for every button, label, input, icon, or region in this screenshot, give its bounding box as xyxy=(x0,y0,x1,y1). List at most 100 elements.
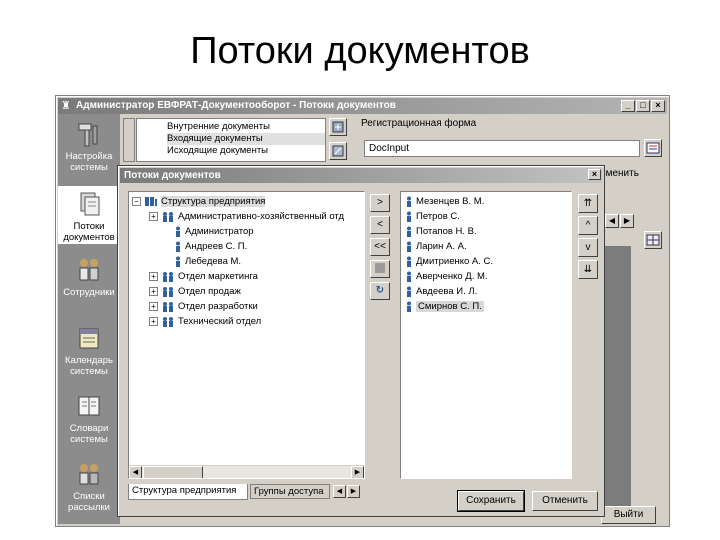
list-item[interactable]: Исходящие документы xyxy=(167,145,325,157)
tree-node-label: Административно-хозяйственный отд xyxy=(178,211,344,222)
tree-node-label: Администратор xyxy=(185,226,254,237)
tree-node-label: Отдел разработки xyxy=(178,301,258,312)
org-structure-tree: − Структура предприятия + Административно-… xyxy=(128,191,365,479)
tree-node-label: Отдел маркетинга xyxy=(178,271,258,282)
add-selected-button[interactable]: > xyxy=(370,194,390,212)
refresh-button[interactable]: ↻ xyxy=(370,282,390,300)
move-top-button[interactable]: ⇈ xyxy=(578,194,598,213)
employee-name: Смирнов С. П. xyxy=(416,301,484,312)
document-flows-dialog: Потоки документов × − Структура предприят… xyxy=(117,165,605,517)
reg-form-label: Регистрационная форма xyxy=(361,118,477,129)
save-button[interactable]: Сохранить xyxy=(457,490,525,512)
sidebar-item-employees[interactable]: Сотрудники xyxy=(58,256,120,298)
selected-employees-list: Мезенцев В. М. Петров С. Потапов Н. В. Л… xyxy=(400,191,572,479)
sidebar-item-label: Календарь системы xyxy=(65,355,113,377)
tree-node-label: Лебедева М. xyxy=(185,256,242,267)
tree-node[interactable]: + Отдел маркетинга xyxy=(149,270,258,283)
list-item-selected[interactable]: Смирнов С. П. xyxy=(405,299,484,314)
employee-name: Петров С. xyxy=(416,211,460,222)
scroll-right-button[interactable]: ▶ xyxy=(620,214,634,228)
scroll-thumb[interactable] xyxy=(143,466,203,478)
collapse-icon[interactable]: − xyxy=(132,196,141,206)
cancel-button[interactable]: Отменить xyxy=(532,491,598,511)
list-item[interactable]: Ларин А. А. xyxy=(405,239,467,254)
remove-selected-button[interactable]: < xyxy=(370,216,390,234)
sidebar-item-settings[interactable]: Настройка системы xyxy=(58,120,120,173)
employee-name: Мезенцев В. М. xyxy=(416,196,485,207)
list-item[interactable]: Мезенцев В. М. xyxy=(405,194,484,209)
tree-horizontal-scrollbar[interactable]: ◀ ▶ xyxy=(129,465,364,478)
org-icon xyxy=(145,196,157,206)
move-up-button[interactable]: ^ xyxy=(578,216,598,235)
reg-form-input[interactable]: DocInput xyxy=(364,140,640,157)
group-icon xyxy=(163,316,173,327)
scroll-left-button[interactable]: ◀ xyxy=(605,214,619,228)
exit-button[interactable]: Выйти xyxy=(601,506,656,524)
sidebar-item-document-flows[interactable]: Потоки документов xyxy=(58,186,120,244)
list-item[interactable]: Внутренние документы xyxy=(167,121,325,133)
close-button[interactable]: × xyxy=(651,100,665,112)
expand-icon[interactable]: + xyxy=(149,211,158,221)
sidebar-item-label: Сотрудники xyxy=(63,287,115,298)
tree-node[interactable]: + Отдел продаж xyxy=(149,285,241,298)
dialog-title: Потоки документов xyxy=(120,168,602,183)
group-icon xyxy=(163,271,173,282)
calendar-icon xyxy=(79,328,99,349)
edit-icon xyxy=(332,145,344,157)
dialog-close-button[interactable]: × xyxy=(588,169,601,180)
list-item[interactable]: Входящие документы xyxy=(167,133,325,145)
group-icon xyxy=(163,211,173,222)
employee-name: Авдеева И. Л. xyxy=(416,286,478,297)
doc-types-scrollbar[interactable] xyxy=(123,118,135,162)
list-item[interactable]: Петров С. xyxy=(405,209,460,224)
sidebar-item-label: Списки рассылки xyxy=(68,491,110,513)
employee-name: Потапов Н. В. xyxy=(416,226,477,237)
tree-root[interactable]: − Структура предприятия xyxy=(132,195,266,208)
doc-types-list: Внутренние документы Входящие документы … xyxy=(136,118,326,162)
blank-action-button[interactable] xyxy=(370,260,390,278)
tab-access-groups[interactable]: Группы доступа xyxy=(250,484,330,499)
sidebar-item-dictionaries[interactable]: Словари системы xyxy=(58,392,120,445)
scroll-right-button[interactable]: ▶ xyxy=(351,466,364,478)
add-doc-type-button[interactable] xyxy=(329,118,347,136)
person-icon xyxy=(407,241,411,252)
edit-doc-type-button[interactable] xyxy=(329,142,347,160)
tree-node[interactable]: + Технический отдел xyxy=(149,315,261,328)
expand-icon[interactable]: + xyxy=(149,316,158,326)
tree-node-label: Технический отдел xyxy=(178,316,262,327)
tab-org-structure[interactable]: Структура предприятия xyxy=(128,484,248,500)
group-icon xyxy=(163,286,173,297)
tree-node[interactable]: Администратор xyxy=(174,225,254,238)
form-icon xyxy=(646,142,660,154)
minimize-button[interactable]: _ xyxy=(621,100,635,112)
background-action-button[interactable] xyxy=(644,231,662,249)
employee-name: Аверченко Д. М. xyxy=(416,271,488,282)
sidebar-item-calendar[interactable]: Календарь системы xyxy=(58,324,120,377)
move-down-button[interactable]: v xyxy=(578,238,598,257)
app-title: Администратор ЕВФРАТ-Документооборот - П… xyxy=(76,100,396,111)
list-item[interactable]: Авдеева И. Л. xyxy=(405,284,477,299)
slide-title: Потоки документов xyxy=(190,30,530,72)
move-bottom-button[interactable]: ⇊ xyxy=(578,260,598,279)
scroll-left-button[interactable]: ◀ xyxy=(129,466,142,478)
tree-node[interactable]: + Административно-хозяйственный отд xyxy=(149,210,344,223)
tree-node[interactable]: + Отдел разработки xyxy=(149,300,258,313)
tabs-scroll-right[interactable]: ▶ xyxy=(347,485,360,498)
list-item[interactable]: Аверченко Д. М. xyxy=(405,269,488,284)
expand-icon[interactable]: + xyxy=(149,301,158,311)
tree-node[interactable]: Лебедева М. xyxy=(174,255,241,268)
sidebar-item-mailing-lists[interactable]: Списки рассылки xyxy=(58,460,120,513)
tabs-scroll-left[interactable]: ◀ xyxy=(333,485,346,498)
app-icon: ♜ xyxy=(61,100,71,112)
expand-icon[interactable]: + xyxy=(149,271,158,281)
app-titlebar: ♜ Администратор ЕВФРАТ-Документооборот -… xyxy=(58,98,667,114)
reg-form-button[interactable] xyxy=(644,139,662,157)
remove-all-button[interactable]: << xyxy=(370,238,390,256)
list-item[interactable]: Потапов Н. В. xyxy=(405,224,477,239)
list-item[interactable]: Дмитриенко А. С. xyxy=(405,254,493,269)
expand-icon[interactable]: + xyxy=(149,286,158,296)
add-icon xyxy=(332,121,344,133)
tree-node[interactable]: Андреев С. П. xyxy=(174,240,247,253)
sidebar: Настройка системы Потоки документов Сотр… xyxy=(58,114,120,524)
maximize-button[interactable]: □ xyxy=(636,100,650,112)
